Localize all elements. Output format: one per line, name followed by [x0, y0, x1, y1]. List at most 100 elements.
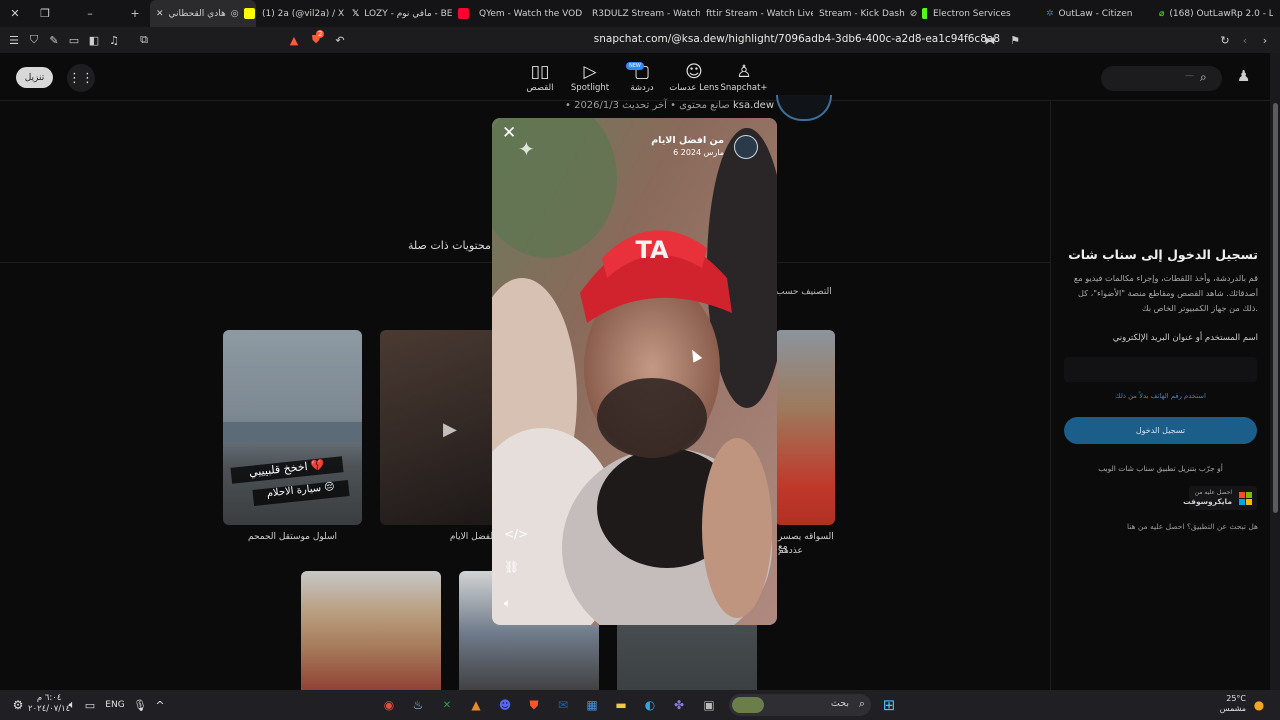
play-icon: ▷ [583, 62, 597, 82]
folder-icon[interactable]: ▬ [612, 696, 630, 714]
weather-temp: 25°C [1226, 694, 1246, 703]
tab-youtube[interactable]: 𝕏 LOZY - مافي نوم - BE [346, 0, 473, 27]
login-description: قم بالدردشة، وأخذ اللقطات، وإجراء مكالما… [1073, 273, 1258, 313]
edge-icon[interactable]: ◐ [641, 696, 659, 714]
download-button[interactable]: تنزيل [16, 67, 53, 88]
chevron-up-icon[interactable]: ^ [152, 696, 168, 714]
windows-start-icon[interactable]: ⊞ [879, 696, 899, 714]
scrollbar-thumb[interactable] [1273, 103, 1278, 513]
username-input[interactable] [1064, 357, 1257, 382]
steam-icon[interactable]: ♨ [409, 696, 427, 714]
new-tab-button[interactable]: + [120, 0, 150, 27]
related-card[interactable]: اخخخ قلبيييي 💔 سيارة الاحلام 😔 [223, 330, 362, 525]
tabs-icon[interactable]: ▭ [64, 27, 84, 53]
app-icon[interactable]: ▲ [467, 696, 485, 714]
login-button[interactable]: تسجيل الدخول [1064, 417, 1257, 444]
embed-icon[interactable]: </> [504, 527, 528, 541]
search-input[interactable]: — ⌕ [1101, 66, 1222, 91]
nav-stories[interactable]: ▯▯ القصص [512, 61, 568, 93]
story-date: 6 مارس 2024 [673, 148, 724, 157]
page-scrollbar[interactable] [1270, 53, 1280, 690]
close-viewer-button[interactable]: ✕ [502, 123, 516, 143]
related-card[interactable] [301, 571, 441, 690]
share-icon[interactable]: ⧓ [980, 27, 1000, 53]
mute-icon[interactable]: ⊘ [910, 9, 918, 19]
tab-label: R3DULZ Stream - Watch [592, 8, 700, 19]
stories-icon: ▯▯ [530, 62, 550, 82]
use-phone-link[interactable]: استخدم رقم الهاتف بدلاً من ذلك [1063, 392, 1258, 400]
forward-icon[interactable]: › [1255, 27, 1275, 53]
language-indicator[interactable]: ENG [104, 696, 126, 714]
story-video[interactable]: TA [492, 118, 777, 625]
tab-kick-dash[interactable]: Stream - Kick Dash ⊘ [813, 0, 927, 27]
tab-label: LOZY - مافي نوم - BE [364, 8, 453, 19]
login-panel: تسجيل الدخول إلى سناب شات قم بالدردشة، و… [1051, 101, 1270, 690]
music-icon[interactable]: ♫ [104, 27, 124, 53]
menu-icon[interactable]: ☰ [4, 27, 24, 53]
microsoft-store-badge[interactable]: احصل عليه من مايكروسوفت [1183, 486, 1257, 510]
ghost-icon[interactable]: ♟ [1237, 67, 1250, 85]
favicon-icon: ⌀ [1159, 8, 1165, 19]
volume-icon[interactable]: 🔈︎ [64, 696, 80, 714]
obs-icon[interactable]: ◉ [380, 696, 398, 714]
window-close-icon[interactable]: ✕ [0, 0, 30, 27]
search-icon: ⌕ [1200, 70, 1207, 84]
copilot-icon[interactable]: ✤ [670, 696, 688, 714]
xbox-icon[interactable]: ✕ [438, 696, 456, 714]
shield-icon[interactable]: ⛉ [24, 27, 44, 53]
network-icon[interactable]: ▭ [82, 696, 98, 714]
reload-icon[interactable]: ↻ [1215, 27, 1235, 53]
mail-icon[interactable]: ✉ [554, 696, 572, 714]
tab-x[interactable]: (1) 2a (@vil2a) / X [256, 0, 346, 27]
youtube-favicon-icon [457, 8, 469, 19]
tab-kick-qyem[interactable]: QYem - Watch the VOD [473, 0, 586, 27]
search-placeholder: — [1185, 71, 1194, 81]
tab-label: (1) 2a (@vil2a) / X [262, 8, 345, 19]
nav-lenses[interactable]: ☺ عدسات Lens [666, 61, 722, 93]
discord-icon[interactable]: ☻ [496, 696, 514, 714]
play-icon: ▶ [443, 419, 457, 440]
taskbar: ⚙ ٦:٠٤ م ٢٠٢٤/٠٧/١٤ 🔈︎ ▭ ENG 🎙︎ ^ ◉ ♨ ✕ … [0, 690, 1280, 720]
tab-kick-r3dulz[interactable]: R3DULZ Stream - Watch [586, 0, 700, 27]
window-restore-icon[interactable]: ❐ [30, 0, 60, 27]
gear-favicon-icon: ✲ [1046, 8, 1054, 19]
microphone-icon[interactable]: 🎙︎ [132, 696, 148, 714]
tab-snapchat[interactable]: ✕ هادي القحطاني ◎ [150, 0, 256, 27]
back-icon[interactable]: ‹ [1235, 27, 1255, 53]
task-view-icon[interactable]: ▣ [700, 696, 718, 714]
screenshot-icon[interactable]: ⧉ [134, 27, 154, 53]
brave-icon[interactable]: ⛊ [525, 696, 543, 714]
reload-arrow-icon[interactable]: ↶ [330, 27, 350, 53]
link-icon[interactable]: ⛓ [504, 560, 519, 574]
volume-icon[interactable]: 🔈︎ [504, 596, 511, 611]
sidebar-icon[interactable]: ◧ [84, 27, 104, 53]
store-icon[interactable]: ▦ [583, 696, 601, 714]
tab-outlawrp[interactable]: ⌀ (168) OutLawRp 2.0 - L [1153, 0, 1273, 27]
weather[interactable]: 25°C مشمس [1218, 694, 1246, 714]
mute-icon[interactable]: ◎ [231, 9, 239, 19]
tab-close-icon[interactable]: ✕ [156, 9, 164, 19]
tab-outlaw[interactable]: ✲ OutLaw - Citizen [1040, 0, 1153, 27]
extension-icon[interactable]: ▲ [284, 27, 304, 53]
tab-kick-fttir[interactable]: fttir Stream - Watch Live [700, 0, 813, 27]
nav-spotlight[interactable]: ▷ Spotlight [562, 61, 618, 93]
new-badge: NEW [626, 62, 644, 70]
sort-label[interactable]: التصنيف حسب [776, 287, 832, 297]
bookmark-icon[interactable]: ⚑ [1005, 27, 1025, 53]
apps-grid-icon[interactable]: ⋮⋮ [67, 64, 95, 92]
tab-electron[interactable]: Electron Services [927, 0, 1040, 27]
microsoft-logo-icon [1239, 492, 1252, 505]
snapchat-favicon-icon [243, 8, 255, 19]
address-bar-url[interactable]: snapchat.com/@ksa.dew/highlight/7096adb4… [480, 33, 1000, 45]
nav-snapchat-plus[interactable]: ♙ Snapchat+ [716, 61, 772, 93]
watermark-logo-icon: ✦ [518, 137, 535, 161]
related-card[interactable] [775, 330, 835, 525]
wallet-icon[interactable]: ✎ [44, 27, 64, 53]
help-text[interactable]: هل تبحث عن التطبيق؟ احصل عليه من هنا [1063, 522, 1258, 531]
story-avatar[interactable] [734, 135, 758, 159]
window-minimize-icon[interactable]: – [60, 0, 120, 27]
tab-label: QYem - Watch the VOD [479, 8, 583, 19]
settings-icon[interactable]: ⚙ [10, 696, 26, 714]
taskbar-search[interactable]: بحث ⌕ [729, 694, 871, 716]
browser-tab-strip: ✕ ❐ – + ✕ هادي القحطاني ◎ (1) 2a (@vil2a… [0, 0, 1280, 27]
